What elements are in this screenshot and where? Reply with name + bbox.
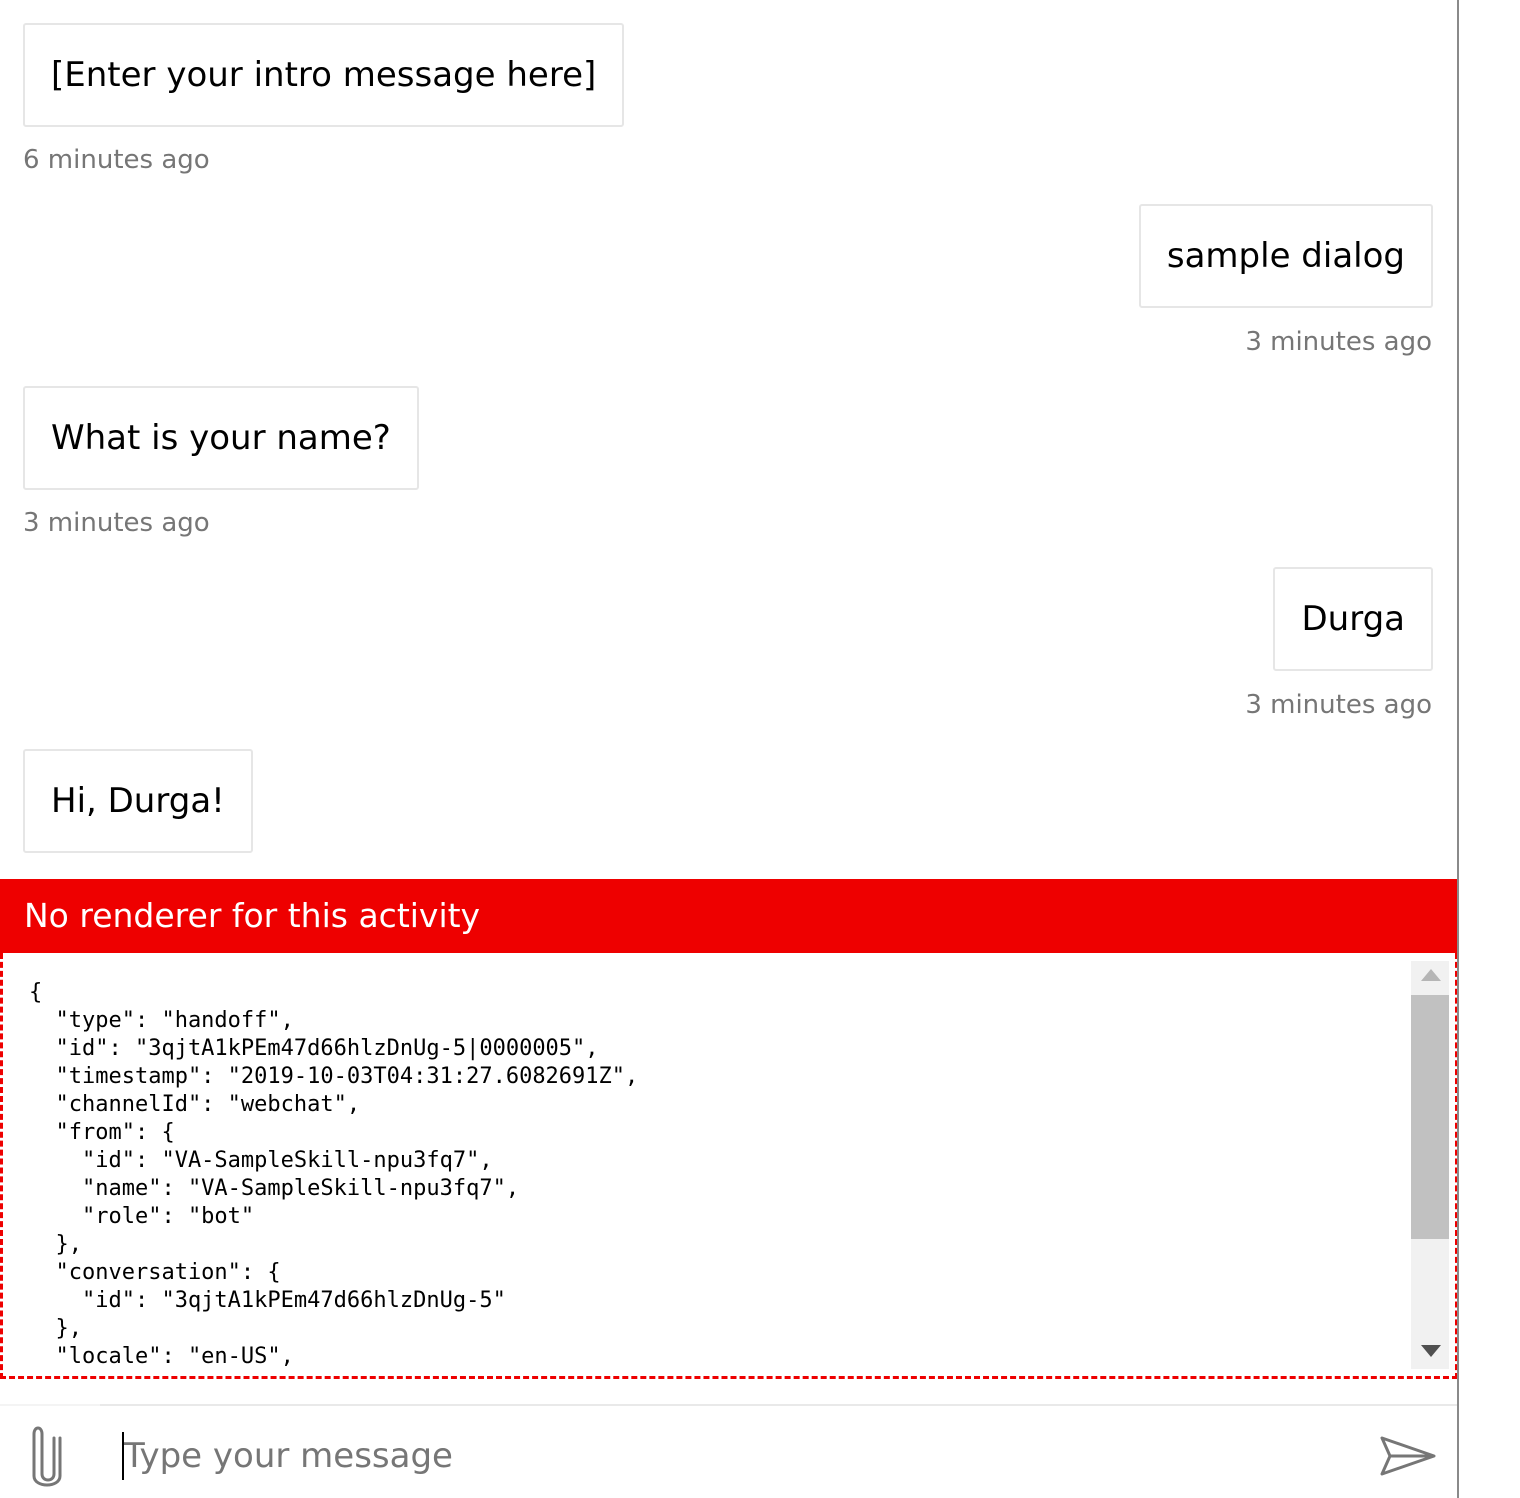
message-timestamp: 3 minutes ago [1245, 327, 1432, 357]
vertical-scrollbar[interactable] [1411, 961, 1449, 1369]
message-text: [Enter your intro message here] [51, 55, 597, 95]
user-message-bubble: Durga [1273, 567, 1433, 671]
chat-transcript: [Enter your intro message here] 6 minute… [0, 0, 1458, 1498]
no-renderer-header: No renderer for this activity [0, 879, 1458, 953]
text-caret [122, 1432, 124, 1480]
bot-message-bubble: What is your name? [23, 386, 419, 490]
message-text: sample dialog [1166, 236, 1405, 276]
window-right-border [1457, 0, 1459, 1498]
user-message-bubble: sample dialog [1138, 204, 1433, 308]
message-text: Durga [1301, 599, 1405, 639]
send-icon[interactable] [1378, 1434, 1438, 1478]
message-timestamp: 3 minutes ago [1245, 690, 1432, 720]
composer-divider-segment [0, 1404, 100, 1406]
activity-json-code: { "type": "handoff", "id": "3qjtA1kPEm47… [29, 980, 639, 1369]
scroll-down-arrow-icon[interactable] [1421, 1345, 1441, 1357]
message-text: What is your name? [51, 418, 391, 458]
composer-divider [0, 1404, 1458, 1406]
scroll-up-arrow-icon[interactable] [1421, 969, 1441, 981]
bot-message-bubble: Hi, Durga! [23, 749, 253, 853]
message-timestamp: 6 minutes ago [23, 145, 210, 175]
message-input[interactable] [122, 1428, 1342, 1484]
message-timestamp: 3 minutes ago [23, 508, 210, 538]
scrollbar-thumb[interactable] [1411, 995, 1449, 1239]
paperclip-icon[interactable] [26, 1424, 70, 1488]
bot-message-bubble: [Enter your intro message here] [23, 23, 625, 127]
message-text: Hi, Durga! [51, 781, 225, 821]
activity-json-panel[interactable]: { "type": "handoff", "id": "3qjtA1kPEm47… [0, 953, 1458, 1379]
